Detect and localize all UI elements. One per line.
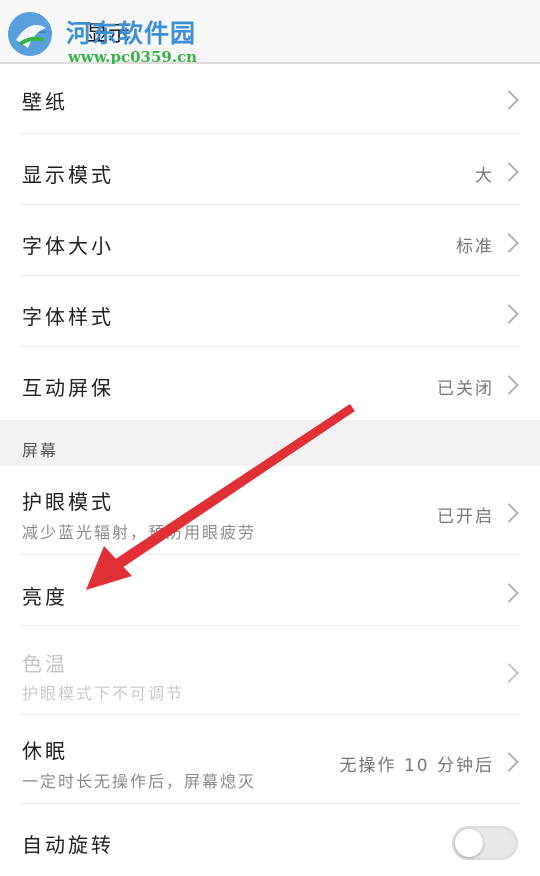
row-eye-protection[interactable]: 护眼模式 减少蓝光辐射，预防用眼疲劳 已开启 (0, 466, 540, 555)
chevron-right-icon (499, 233, 519, 253)
section-label: 屏幕 (22, 441, 59, 460)
chevron-right-icon (499, 162, 519, 182)
row-title: 显示模式 (22, 163, 114, 187)
section-header-screen: 屏幕 (0, 420, 540, 466)
row-title: 亮度 (22, 585, 68, 609)
row-value: 已关闭 (437, 379, 494, 399)
row-brightness[interactable]: 亮度 (0, 555, 540, 626)
chevron-right-icon (499, 583, 519, 603)
row-font-style[interactable]: 字体样式 (0, 276, 540, 347)
row-value: 标准 (456, 237, 494, 257)
row-value: 无操作 10 分钟后 (339, 756, 494, 776)
chevron-right-icon (499, 304, 519, 324)
watermark-logo-icon (8, 12, 52, 56)
row-title: 壁纸 (22, 90, 68, 114)
row-title: 护眼模式 (22, 490, 114, 514)
row-screensaver[interactable]: 互动屏保 已关闭 (0, 347, 540, 420)
row-title: 自动旋转 (22, 833, 114, 857)
chevron-right-icon (499, 503, 519, 523)
chevron-right-icon (499, 752, 519, 772)
chevron-right-icon (499, 663, 519, 683)
toggle-knob (455, 829, 483, 857)
row-wallpaper[interactable]: 壁纸 (0, 64, 540, 134)
row-title: 色温 (22, 652, 68, 676)
row-display-mode[interactable]: 显示模式 大 (0, 134, 540, 205)
chevron-right-icon (499, 90, 519, 110)
row-subtitle: 减少蓝光辐射，预防用眼疲劳 (22, 523, 257, 542)
row-title: 互动屏保 (22, 376, 114, 400)
watermark-name: 河东软件园 (66, 19, 197, 48)
row-title: 休眠 (22, 739, 68, 763)
row-title: 字体大小 (22, 234, 114, 258)
row-title: 字体样式 (22, 305, 114, 329)
watermark: 河东软件园 www.pc0359.cn (0, 4, 220, 66)
chevron-right-icon (499, 375, 519, 395)
row-value: 大 (475, 166, 494, 186)
row-font-size[interactable]: 字体大小 标准 (0, 205, 540, 276)
auto-rotate-toggle[interactable] (452, 826, 518, 860)
row-subtitle: 一定时长无操作后，屏幕熄灭 (22, 772, 257, 791)
row-sleep[interactable]: 休眠 一定时长无操作后，屏幕熄灭 无操作 10 分钟后 (0, 715, 540, 804)
row-value: 已开启 (437, 507, 494, 527)
row-subtitle: 护眼模式下不可调节 (22, 684, 185, 703)
row-color-temperature: 色温 护眼模式下不可调节 (0, 626, 540, 715)
